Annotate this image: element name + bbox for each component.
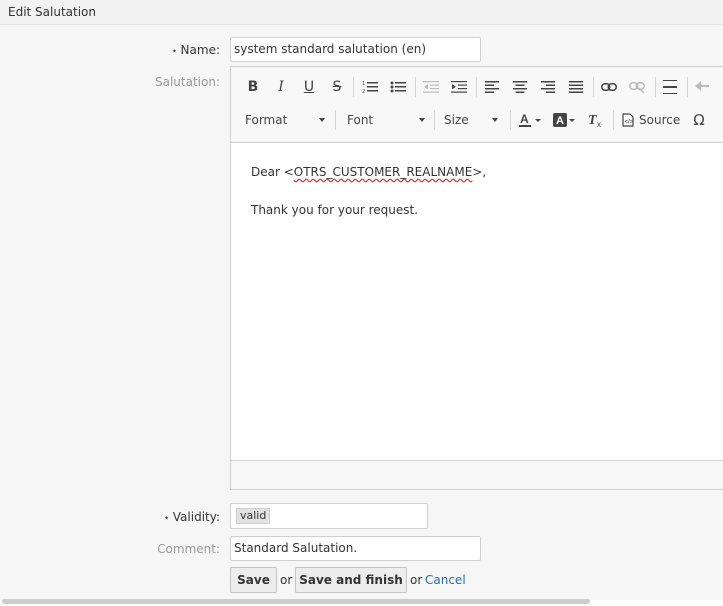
remove-format-icon[interactable]: Tx	[587, 110, 605, 130]
or-text-2: or	[410, 573, 423, 587]
format-dropdown[interactable]: Format	[245, 110, 329, 130]
save-button[interactable]: Save	[230, 567, 277, 593]
numbered-list-icon[interactable]: 12	[361, 77, 379, 97]
validity-label: ⋆ Validity:	[163, 510, 221, 524]
increase-indent-icon[interactable]	[450, 77, 468, 97]
content-line-1: Dear <OTRS_CUSTOMER_REALNAME>,	[251, 165, 487, 179]
name-label: ⋆ Name:	[171, 43, 220, 57]
special-character-icon[interactable]: Ω	[689, 110, 709, 130]
svg-text:A: A	[556, 115, 564, 127]
italic-icon[interactable]: I	[273, 77, 289, 97]
horizontal-line-icon[interactable]	[661, 77, 679, 97]
or-text-1: or	[280, 573, 293, 587]
horizontal-scrollbar[interactable]	[2, 599, 590, 604]
editor-toolbar: B I U S 12 Format Font Size A A T x </> …	[231, 67, 723, 143]
validity-select[interactable]: valid	[230, 503, 428, 529]
justify-icon[interactable]	[567, 77, 585, 97]
svg-text:2: 2	[362, 89, 365, 94]
svg-text:1: 1	[362, 81, 365, 87]
cancel-link[interactable]: Cancel	[425, 573, 466, 587]
unlink-icon[interactable]	[627, 77, 647, 97]
save-and-finish-button[interactable]: Save and finish	[295, 567, 407, 593]
align-center-icon[interactable]	[511, 77, 529, 97]
comment-label: Comment:	[157, 542, 220, 556]
page-header: Edit Salutation	[0, 0, 723, 25]
align-left-icon[interactable]	[483, 77, 501, 97]
undo-icon[interactable]	[693, 77, 711, 97]
svg-text:A: A	[520, 112, 529, 126]
text-color-icon[interactable]: A	[519, 110, 545, 130]
bulleted-list-icon[interactable]	[389, 77, 407, 97]
svg-text:x: x	[597, 120, 601, 128]
rich-text-editor: B I U S 12 Format Font Size A A T x </> …	[230, 66, 723, 490]
svg-text:</>: </>	[625, 120, 634, 126]
validity-selected-tag: valid	[236, 508, 271, 524]
background-color-icon[interactable]: A	[553, 110, 579, 130]
editor-content[interactable]: Dear <OTRS_CUSTOMER_REALNAME>, Thank you…	[251, 165, 486, 217]
underline-icon[interactable]: U	[301, 77, 317, 97]
comment-input[interactable]: Standard Salutation.	[230, 536, 481, 561]
name-input[interactable]: system standard salutation (en)	[230, 37, 481, 62]
source-button[interactable]: </> Source	[621, 110, 681, 130]
strikethrough-icon[interactable]: S	[329, 77, 345, 97]
page-title: Edit Salutation	[8, 5, 97, 19]
required-star-icon: ⋆	[163, 513, 170, 524]
required-star-icon: ⋆	[171, 46, 178, 57]
decrease-indent-icon[interactable]	[422, 77, 440, 97]
size-dropdown[interactable]: Size	[444, 110, 502, 130]
font-dropdown[interactable]: Font	[347, 110, 429, 130]
editor-statusbar	[231, 460, 723, 489]
content-line-2: Thank you for your request.	[251, 203, 419, 217]
align-right-icon[interactable]	[539, 77, 557, 97]
link-icon[interactable]	[599, 77, 619, 97]
bold-icon[interactable]: B	[245, 77, 261, 97]
salutation-label: Salutation:	[155, 75, 220, 89]
